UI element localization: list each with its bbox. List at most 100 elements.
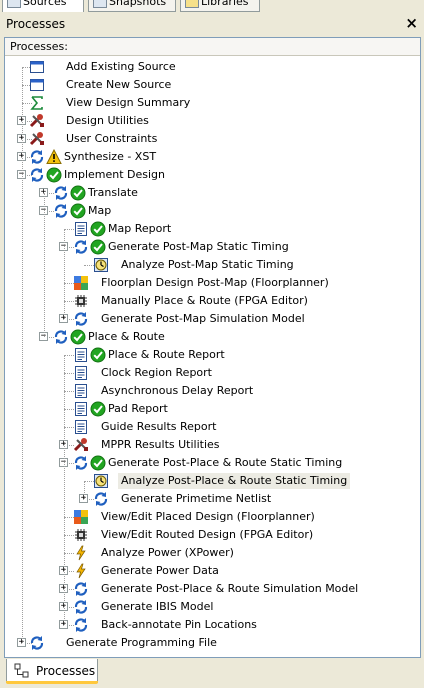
tree-row[interactable]: Pad Report [5, 400, 420, 418]
tab-label: Snapshots [109, 0, 167, 8]
process-icon [29, 635, 45, 651]
tree-row[interactable]: Clock Region Report [5, 364, 420, 382]
close-icon[interactable]: × [405, 14, 418, 32]
tree-item-label: Place & Route [88, 330, 165, 343]
process-icon [73, 239, 89, 255]
tree-guide [64, 355, 65, 625]
tree-item-label: User Constraints [66, 132, 158, 145]
tree-row[interactable]: Guide Results Report [5, 418, 420, 436]
tree-item-label: Analyze Post-Map Static Timing [121, 258, 294, 271]
tree-row[interactable]: − Generate Post-Place & Route Static Timi… [5, 454, 420, 472]
tree-row[interactable]: − Generate Post-Map Static Timing [5, 238, 420, 256]
tree-row[interactable]: + User Constraints [5, 130, 420, 148]
floorplan-icon [73, 275, 89, 291]
tree-item-label: Synthesize - XST [64, 150, 157, 163]
tree-item-label: Asynchronous Delay Report [101, 384, 254, 397]
tree-guide [44, 193, 45, 337]
process-icon [29, 149, 45, 165]
tree-item-label: Floorplan Design Post-Map (Floorplanner) [101, 276, 329, 289]
chip-icon [73, 293, 89, 309]
process-icon [73, 599, 89, 615]
check-icon [70, 329, 86, 345]
check-icon [70, 203, 86, 219]
power-icon [73, 563, 89, 579]
tree-row[interactable]: − Place & Route [5, 328, 420, 346]
tree-item-label: Implement Design [64, 168, 166, 181]
tab-libraries[interactable]: Libraries [180, 0, 260, 12]
tree-guide [64, 229, 65, 319]
tree-row[interactable]: + MPPR Results Utilities [5, 436, 420, 454]
tree-row[interactable]: Place & Route Report [5, 346, 420, 364]
tree-row[interactable]: Asynchronous Delay Report [5, 382, 420, 400]
tree-row[interactable]: + Generate Primetime Netlist [5, 490, 420, 508]
chip-icon [73, 527, 89, 543]
tab-processes[interactable]: Processes [6, 659, 98, 684]
tree-item-label: Design Utilities [66, 114, 149, 127]
tree-row[interactable]: View/Edit Routed Design (FPGA Editor) [5, 526, 420, 544]
tree-row[interactable]: + Generate Programming File [5, 634, 420, 652]
tab-label: Sources [23, 0, 67, 8]
tree-row[interactable]: Analyze Power (XPower) [5, 544, 420, 562]
panel-header: Processes: [5, 38, 420, 56]
report-icon [73, 347, 89, 363]
tree-item-label: Generate Post-Map Simulation Model [101, 312, 305, 325]
report-icon [73, 221, 89, 237]
process-tree: Add Existing Source Create New Source View… [5, 55, 420, 657]
tree-item-label: Generate Programming File [66, 636, 217, 649]
libraries-tab-icon [185, 0, 199, 8]
check-icon [70, 185, 86, 201]
active-tab-indicator [6, 681, 98, 684]
process-icon [73, 311, 89, 327]
report-icon [73, 383, 89, 399]
tree-row[interactable]: Create New Source [5, 76, 420, 94]
tree-row[interactable]: Add Existing Source [5, 58, 420, 76]
process-icon [29, 167, 45, 183]
sigma-icon [29, 95, 45, 111]
sources-tab-icon [7, 0, 21, 8]
tree-item-label: Clock Region Report [101, 366, 212, 379]
tree-row[interactable]: − Implement Design [5, 166, 420, 184]
bottom-tab-label: Processes [36, 664, 96, 678]
processes-panel: Processes: Add Existing Source Create New… [4, 37, 421, 658]
tree-row[interactable]: Analyze Post-Map Static Timing [5, 256, 420, 274]
tab-snapshots[interactable]: Snapshots [88, 0, 176, 12]
tree-row[interactable]: Map Report [5, 220, 420, 238]
tree-item-label: Add Existing Source [66, 60, 176, 73]
tree-row[interactable]: − Map [5, 202, 420, 220]
tree-item-label: Generate Power Data [101, 564, 219, 577]
tree-row[interactable]: Analyze Post-Place & Route Static Timing [5, 472, 420, 490]
tree-item-label: Generate Post-Place & Route Static Timin… [108, 456, 343, 469]
check-icon [90, 239, 106, 255]
tree-item-label: Generate Post-Place & Route Simulation M… [101, 582, 359, 595]
tools-icon [29, 113, 45, 129]
timing-icon [93, 473, 109, 489]
tree-item-label: Guide Results Report [101, 420, 217, 433]
tree-row[interactable]: + Generate IBIS Model [5, 598, 420, 616]
tree-row[interactable]: View Design Summary [5, 94, 420, 112]
tab-sources[interactable]: Sources [2, 0, 84, 12]
report-icon [73, 401, 89, 417]
tree-row[interactable]: + Synthesize - XST [5, 148, 420, 166]
tree-row[interactable]: + Generate Post-Place & Route Simulation … [5, 580, 420, 598]
tree-item-label: View Design Summary [66, 96, 191, 109]
check-icon [90, 401, 106, 417]
tree-guide [22, 67, 23, 643]
timing-icon [93, 257, 109, 273]
tree-row[interactable]: + Design Utilities [5, 112, 420, 130]
process-icon [93, 491, 109, 507]
tree-row[interactable]: + Back-annotate Pin Locations [5, 616, 420, 634]
tree-row[interactable]: Floorplan Design Post-Map (Floorplanner) [5, 274, 420, 292]
warning-icon [46, 148, 62, 165]
tab-label: Libraries [201, 0, 249, 8]
process-icon [53, 203, 69, 219]
tree-row[interactable]: + Generate Power Data [5, 562, 420, 580]
tree-item-label: View/Edit Routed Design (FPGA Editor) [101, 528, 314, 541]
tree-row[interactable]: View/Edit Placed Design (Floorplanner) [5, 508, 420, 526]
tools-icon [73, 437, 89, 453]
check-icon [46, 167, 62, 183]
tree-row[interactable]: + Generate Post-Map Simulation Model [5, 310, 420, 328]
tree-row[interactable]: Manually Place & Route (FPGA Editor) [5, 292, 420, 310]
power-icon [73, 545, 89, 561]
top-tab-strip: Sources Snapshots Libraries [0, 0, 424, 14]
tree-row[interactable]: + Translate [5, 184, 420, 202]
